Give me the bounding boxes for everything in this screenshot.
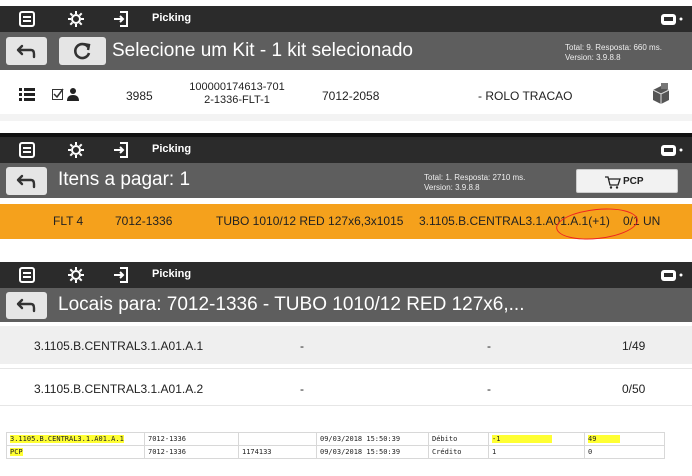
login-icon[interactable] bbox=[112, 10, 130, 28]
location-quantity: 1/49 bbox=[622, 339, 646, 353]
panel-separator bbox=[0, 114, 692, 121]
login-icon[interactable] bbox=[112, 141, 130, 159]
response-time: Total: 9. Resposta: 660 ms. bbox=[565, 43, 662, 52]
item-description: TUBO 1010/12 RED 127x6,3x1015 bbox=[216, 214, 404, 228]
kit-row[interactable]: 3985 100000174613-701 2-1336-FLT-1 7012-… bbox=[0, 76, 692, 114]
table-cell: 0 bbox=[584, 445, 665, 459]
page-heading: Locais para: 7012-1336 - TUBO 1010/12 RE… bbox=[58, 294, 525, 315]
table-cell: 09/03/2018 15:50:39 bbox=[316, 445, 429, 459]
menu-icon[interactable] bbox=[18, 141, 36, 159]
checkbox-checked-icon[interactable] bbox=[52, 88, 64, 103]
table-cell bbox=[238, 432, 317, 446]
table-cell: 49 bbox=[584, 432, 665, 446]
user-icon bbox=[66, 87, 80, 104]
refresh-icon bbox=[74, 42, 91, 60]
table-cell: 7012-1336 bbox=[144, 432, 239, 446]
menu-icon[interactable] bbox=[18, 10, 36, 28]
movement-table: 3.1105.B.CENTRAL3.1.A01.A.1 7012-1336 09… bbox=[6, 432, 665, 459]
cell-location: 3.1105.B.CENTRAL3.1.A01.A.1 bbox=[10, 435, 124, 443]
back-button[interactable] bbox=[6, 37, 47, 65]
location-row[interactable]: 3.1105.B.CENTRAL3.1.A01.A.2 - - 0/50 bbox=[0, 368, 692, 406]
table-cell: 1174133 bbox=[238, 445, 317, 459]
cell-location: PCP bbox=[10, 448, 23, 456]
version-label: Version: 3.9.8.8 bbox=[424, 183, 480, 192]
table-row[interactable]: PCP 7012-1336 1174133 09/03/2018 15:50:3… bbox=[6, 445, 665, 459]
package-icon[interactable] bbox=[649, 82, 673, 111]
item-part-number: 7012-1336 bbox=[115, 214, 173, 228]
top-bar-1: Picking bbox=[0, 6, 692, 32]
kit-code-line2: 2-1336-FLT-1 bbox=[204, 94, 270, 106]
location-quantity: 0/50 bbox=[622, 382, 646, 396]
cell-balance: 49 bbox=[588, 435, 620, 443]
heading-bar-3: Locais para: 7012-1336 - TUBO 1010/12 RE… bbox=[0, 288, 692, 322]
kit-part-number: 7012-2058 bbox=[322, 89, 380, 103]
item-flt: FLT 4 bbox=[53, 214, 84, 228]
response-time: Total: 1. Resposta: 2710 ms. bbox=[424, 173, 526, 182]
location-col3: - bbox=[487, 339, 491, 353]
app-title: Picking bbox=[152, 143, 192, 155]
back-button[interactable] bbox=[6, 292, 47, 319]
back-arrow-icon bbox=[16, 44, 36, 59]
location-col2: - bbox=[300, 382, 304, 396]
table-cell: -1 bbox=[488, 432, 585, 446]
page-heading: Itens a pagar: 1 bbox=[58, 169, 191, 190]
version-label: Version: 3.9.8.8 bbox=[565, 53, 621, 62]
location-col2: - bbox=[300, 339, 304, 353]
location-code: 3.1105.B.CENTRAL3.1.A01.A.2 bbox=[34, 382, 204, 396]
table-cell: 3.1105.B.CENTRAL3.1.A01.A.1 bbox=[6, 432, 145, 446]
settings-icon[interactable] bbox=[67, 266, 85, 284]
table-cell: 09/03/2018 15:50:39 bbox=[316, 432, 429, 446]
settings-icon[interactable] bbox=[67, 141, 85, 159]
back-button[interactable] bbox=[6, 167, 47, 195]
heading-bar-2: Itens a pagar: 1 Total: 1. Resposta: 271… bbox=[0, 163, 692, 198]
cart-icon bbox=[605, 176, 621, 189]
back-arrow-icon bbox=[16, 298, 36, 313]
app-title: Picking bbox=[152, 268, 192, 280]
top-bar-3: Picking bbox=[0, 262, 692, 288]
kit-description: - ROLO TRACAO bbox=[478, 89, 573, 103]
table-cell: PCP bbox=[6, 445, 145, 459]
heading-bar-1: Selecione um Kit - 1 kit selecionado Tot… bbox=[0, 32, 692, 70]
back-arrow-icon bbox=[16, 174, 36, 189]
table-row[interactable]: 3.1105.B.CENTRAL3.1.A01.A.1 7012-1336 09… bbox=[6, 432, 665, 446]
location-row[interactable]: 3.1105.B.CENTRAL3.1.A01.A.1 - - 1/49 bbox=[0, 326, 692, 364]
user-badge-icon[interactable] bbox=[660, 267, 684, 283]
location-col3: - bbox=[487, 382, 491, 396]
page-heading: Selecione um Kit - 1 kit selecionado bbox=[112, 40, 413, 61]
user-badge-icon[interactable] bbox=[660, 142, 684, 158]
table-cell: Crédito bbox=[428, 445, 489, 459]
table-cell: Débito bbox=[428, 432, 489, 446]
table-cell: 1 bbox=[488, 445, 585, 459]
list-icon[interactable] bbox=[19, 87, 35, 104]
user-badge-icon[interactable] bbox=[660, 11, 684, 27]
menu-icon[interactable] bbox=[18, 266, 36, 284]
cell-debit: -1 bbox=[492, 435, 552, 443]
refresh-button[interactable] bbox=[59, 37, 106, 65]
location-code: 3.1105.B.CENTRAL3.1.A01.A.1 bbox=[34, 339, 204, 353]
pcp-button[interactable]: PCP bbox=[576, 169, 678, 193]
kit-id: 3985 bbox=[126, 89, 153, 103]
login-icon[interactable] bbox=[112, 266, 130, 284]
settings-icon[interactable] bbox=[67, 10, 85, 28]
kit-code-line1: 100000174613-701 bbox=[189, 81, 285, 93]
kit-code: 100000174613-701 2-1336-FLT-1 bbox=[186, 81, 288, 107]
top-bar-2: Picking bbox=[0, 137, 692, 163]
table-cell: 7012-1336 bbox=[144, 445, 239, 459]
pcp-label: PCP bbox=[623, 176, 644, 187]
app-title: Picking bbox=[152, 12, 192, 24]
